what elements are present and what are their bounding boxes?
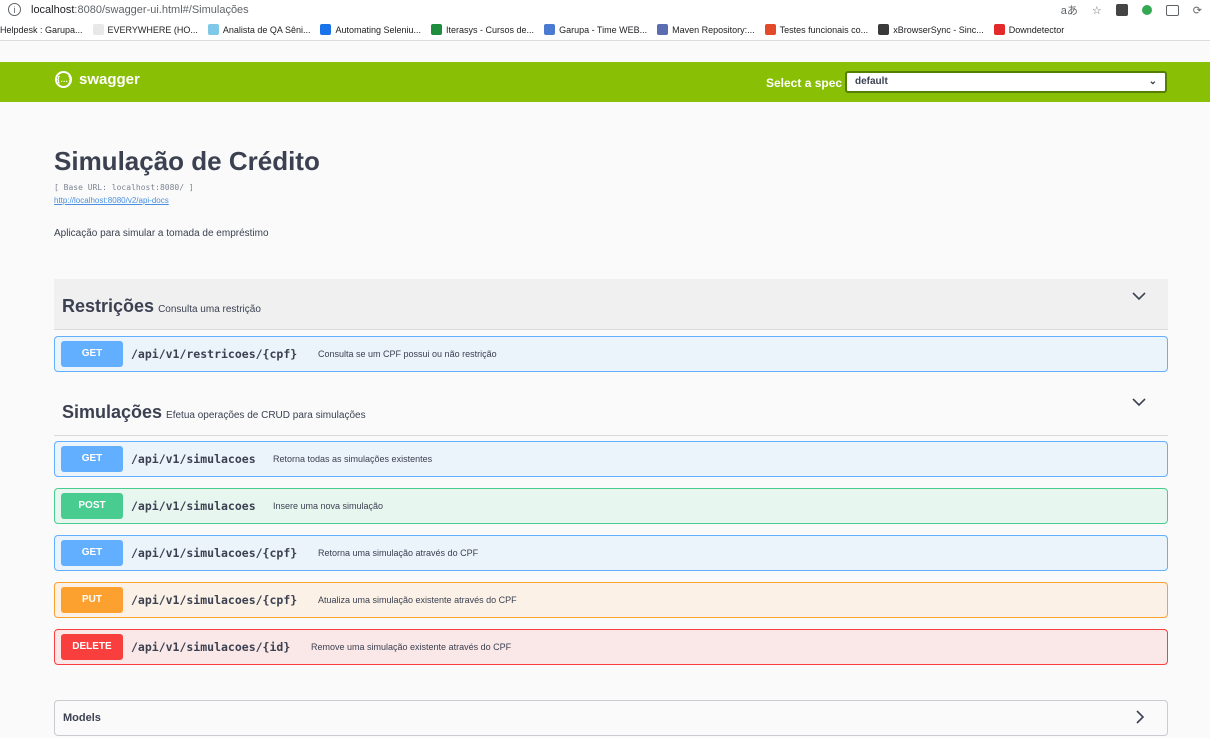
bookmark-label: Automating Seleniu... (335, 24, 422, 35)
operation-get-restricoes-cpf[interactable]: GET /api/v1/restricoes/{cpf} Consulta se… (54, 336, 1168, 372)
operation-path: /api/v1/simulacoes/{id} (131, 640, 291, 654)
browser-address-bar[interactable]: i localhost:8080/swagger-ui.html#/Simula… (0, 0, 1210, 19)
browser-toolbar-icons: aあ ☆ ⟳ (1061, 2, 1202, 18)
bookmark-item[interactable]: Maven Repository:... (657, 24, 755, 35)
url-host: localhost (31, 3, 75, 16)
operation-path: /api/v1/simulacoes/{cpf} (131, 593, 298, 607)
models-section[interactable]: Models (54, 700, 1168, 736)
operation-summary: Consulta se um CPF possui ou não restriç… (318, 349, 497, 359)
bookmark-favicon-icon (431, 24, 443, 35)
extensions-puzzle-icon[interactable]: ⟳ (1193, 4, 1202, 17)
bookmark-item[interactable]: xBrowserSync - Sinc... (878, 24, 984, 35)
chevron-down-icon: ⌄ (1148, 76, 1157, 87)
tag-description: Consulta uma restrição (158, 304, 261, 315)
swagger-logo[interactable]: {…} swagger (55, 71, 140, 88)
bookmark-favicon-icon (657, 24, 669, 35)
operation-summary: Atualiza uma simulação existente através… (318, 595, 517, 605)
info-icon[interactable]: i (8, 3, 21, 16)
bookmark-item[interactable]: Helpdesk : Garupa... (0, 25, 83, 35)
operation-get-simulacoes-cpf[interactable]: GET /api/v1/simulacoes/{cpf} Retorna uma… (54, 535, 1168, 571)
chevron-down-icon[interactable] (1132, 291, 1146, 301)
tag-header-simulacoes[interactable]: Simulações Efetua operações de CRUD para … (54, 385, 1168, 436)
extension-leaf-icon[interactable] (1141, 5, 1152, 15)
method-badge: GET (61, 540, 123, 566)
operation-get-simulacoes[interactable]: GET /api/v1/simulacoes Retorna todas as … (54, 441, 1168, 477)
method-badge: PUT (61, 587, 123, 613)
operation-path: /api/v1/restricoes/{cpf} (131, 347, 298, 361)
operation-delete-simulacoes-id[interactable]: DELETE /api/v1/simulacoes/{id} Remove um… (54, 629, 1168, 665)
api-description: Aplicação para simular a tomada de empré… (54, 228, 269, 239)
operation-path: /api/v1/simulacoes/{cpf} (131, 546, 298, 560)
bookmark-label: EVERYWHERE (HO... (107, 24, 198, 35)
bookmarks-bar: Helpdesk : Garupa... EVERYWHERE (HO... Ana… (0, 19, 1210, 41)
tag-description: Efetua operações de CRUD para simulações (166, 410, 366, 421)
bookmark-label: Maven Repository:... (672, 24, 755, 35)
method-badge: DELETE (61, 634, 123, 660)
url-path: :8080/swagger-ui.html#/Simulações (74, 3, 249, 16)
operation-summary: Remove uma simulação existente através d… (311, 642, 512, 652)
tag-title-simulacoes: Simulações Efetua operações de CRUD para … (62, 402, 366, 423)
bookmark-item[interactable]: Analista de QA Sêni... (207, 24, 311, 35)
select-spec-label: Select a spec (766, 76, 843, 90)
swagger-logo-text: swagger (79, 71, 140, 88)
bookmark-label: Downdetector (1008, 24, 1065, 35)
bookmark-star-icon[interactable]: ☆ (1092, 4, 1102, 17)
bookmark-item[interactable]: Downdetector (993, 24, 1065, 35)
method-badge: GET (61, 341, 123, 367)
bookmark-favicon-icon (764, 24, 776, 35)
tag-name: Restrições (62, 296, 155, 316)
bookmark-item[interactable]: Garupa - Time WEB... (544, 24, 647, 35)
operation-put-simulacoes-cpf[interactable]: PUT /api/v1/simulacoes/{cpf} Atualiza um… (54, 582, 1168, 618)
chevron-down-icon[interactable] (1132, 397, 1146, 407)
operation-summary: Retorna uma simulação através do CPF (318, 548, 479, 558)
operation-path: /api/v1/simulacoes (131, 499, 256, 513)
bookmark-label: xBrowserSync - Sinc... (893, 24, 984, 35)
models-label: Models (63, 712, 101, 724)
operation-summary: Retorna todas as simulações existentes (273, 454, 433, 464)
bookmark-favicon-icon (993, 24, 1005, 35)
bookmark-label: Iterasys - Cursos de... (446, 24, 535, 35)
operation-path: /api/v1/simulacoes (131, 452, 256, 466)
bookmark-label: Garupa - Time WEB... (559, 24, 648, 35)
swagger-logo-icon: {…} (55, 71, 72, 88)
swagger-topbar: {…} swagger Select a spec default ⌄ (0, 62, 1210, 102)
method-badge: POST (61, 493, 123, 519)
tag-title-restricoes: Restrições Consulta uma restrição (62, 296, 261, 317)
tab-icon[interactable] (1165, 4, 1179, 16)
spec-select[interactable]: default ⌄ (845, 71, 1167, 93)
bookmark-item[interactable]: Iterasys - Cursos de... (431, 24, 534, 35)
method-badge: GET (61, 446, 123, 472)
bookmark-favicon-icon (544, 24, 556, 35)
bookmark-label: Analista de QA Sêni... (222, 24, 311, 35)
api-docs-link[interactable]: http://localhost:8080/v2/api-docs (54, 196, 169, 205)
bookmark-item[interactable]: Automating Seleniu... (320, 24, 421, 35)
bookmark-label: Helpdesk : Garupa... (0, 24, 83, 35)
bookmark-item[interactable]: EVERYWHERE (HO... (92, 24, 198, 35)
bookmark-favicon-icon (320, 24, 332, 35)
spec-select-value: default (855, 76, 888, 87)
bookmark-favicon-icon (207, 24, 219, 35)
tag-name: Simulações (62, 402, 163, 422)
extension-icon[interactable] (1115, 4, 1128, 16)
chevron-right-icon[interactable] (1135, 710, 1145, 729)
bookmark-item[interactable]: Testes funcionais co... (764, 24, 869, 35)
bookmark-favicon-icon (878, 24, 890, 35)
bookmark-favicon-icon (92, 24, 104, 35)
bookmark-label: Testes funcionais co... (779, 24, 869, 35)
operation-post-simulacoes[interactable]: POST /api/v1/simulacoes Insere uma nova … (54, 488, 1168, 524)
operation-summary: Insere uma nova simulação (273, 501, 384, 511)
translate-icon[interactable]: aあ (1061, 2, 1078, 18)
url-text[interactable]: localhost:8080/swagger-ui.html#/Simulaçõ… (31, 4, 249, 16)
tag-header-restricoes[interactable]: Restrições Consulta uma restrição (54, 279, 1168, 330)
page-title: Simulação de Crédito (54, 146, 320, 176)
base-url: [ Base URL: localhost:8080/ ] (54, 183, 194, 192)
